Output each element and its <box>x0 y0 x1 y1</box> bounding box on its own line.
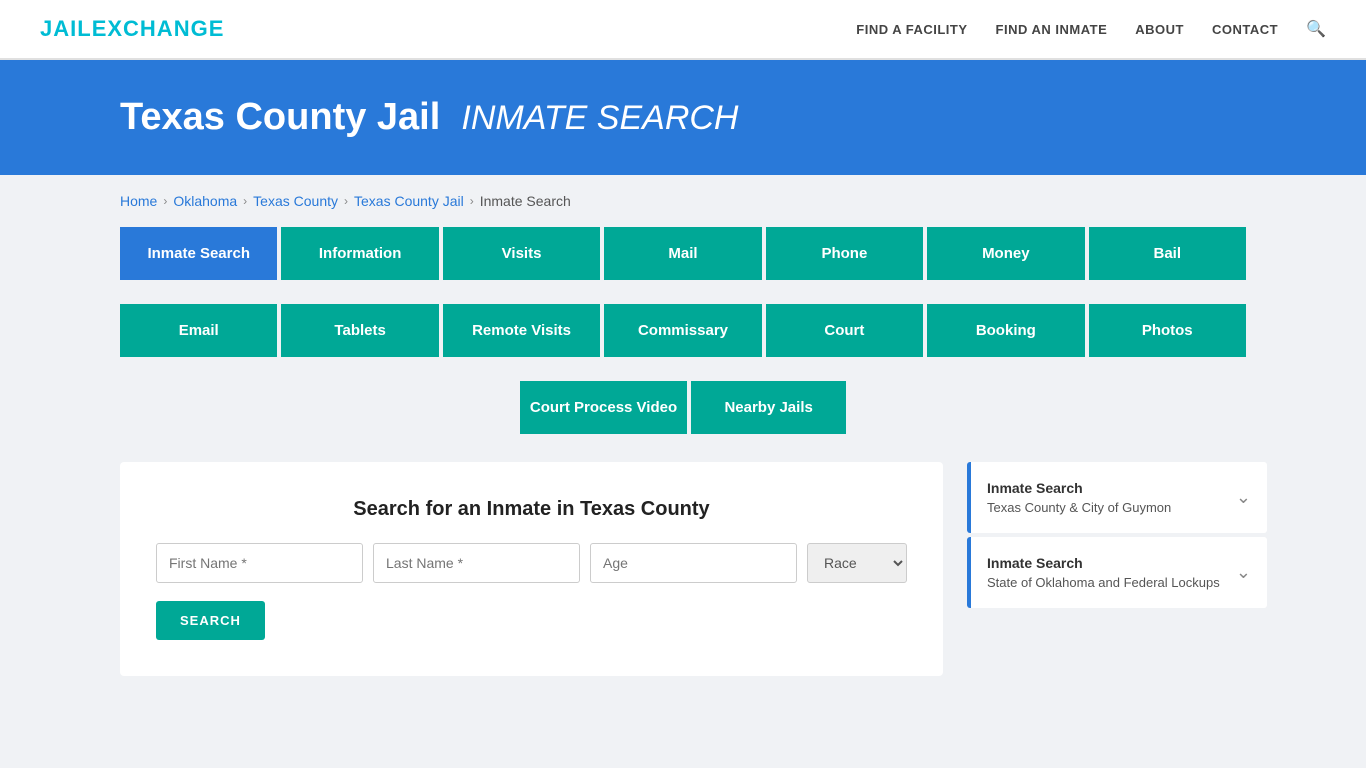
breadcrumb-sep-1: › <box>163 194 167 208</box>
logo[interactable]: JAILEXCHANGE <box>40 16 224 42</box>
breadcrumb-current: Inmate Search <box>480 193 571 209</box>
chevron-down-icon: ⌄ <box>1236 487 1251 508</box>
tab-mail[interactable]: Mail <box>604 227 761 280</box>
breadcrumb-home[interactable]: Home <box>120 193 157 209</box>
tab-row-2: Email Tablets Remote Visits Commissary C… <box>80 304 1286 357</box>
breadcrumb-sep-4: › <box>470 194 474 208</box>
content-area: Search for an Inmate in Texas County Rac… <box>80 462 1286 676</box>
main-nav: FIND A FACILITY FIND AN INMATE ABOUT CON… <box>856 19 1326 39</box>
search-icon[interactable]: 🔍 <box>1306 19 1326 39</box>
chevron-down-icon-2: ⌄ <box>1236 562 1251 583</box>
search-panel: Search for an Inmate in Texas County Rac… <box>120 462 943 676</box>
breadcrumb-sep-3: › <box>344 194 348 208</box>
nav-find-inmate[interactable]: FIND AN INMATE <box>996 22 1108 37</box>
breadcrumb-sep-2: › <box>243 194 247 208</box>
tab-commissary[interactable]: Commissary <box>604 304 761 357</box>
logo-part2-highlight: EXCHANGE <box>92 16 225 41</box>
tab-bail[interactable]: Bail <box>1089 227 1246 280</box>
sidebar-card-texas-county[interactable]: Inmate Search Texas County & City of Guy… <box>967 462 1267 533</box>
first-name-input[interactable] <box>156 543 363 583</box>
tab-row-1: Inmate Search Information Visits Mail Ph… <box>80 227 1286 280</box>
page-title: Texas County Jail INMATE SEARCH <box>120 96 1326 139</box>
sidebar-card-oklahoma-text: Inmate Search State of Oklahoma and Fede… <box>987 555 1220 590</box>
tab-tablets[interactable]: Tablets <box>281 304 438 357</box>
nav-contact[interactable]: CONTACT <box>1212 22 1278 37</box>
hero-title-italic: INMATE SEARCH <box>461 99 738 137</box>
sidebar-card-texas-county-subtext: Texas County & City of Guymon <box>987 500 1171 515</box>
tab-phone[interactable]: Phone <box>766 227 923 280</box>
tab-photos[interactable]: Photos <box>1089 304 1246 357</box>
tab-email[interactable]: Email <box>120 304 277 357</box>
tab-inmate-search[interactable]: Inmate Search <box>120 227 277 280</box>
nav-find-facility[interactable]: FIND A FACILITY <box>856 22 967 37</box>
breadcrumb: Home › Oklahoma › Texas County › Texas C… <box>0 175 1366 227</box>
search-button[interactable]: SEARCH <box>156 601 265 640</box>
hero-title-main: Texas County Jail <box>120 96 440 138</box>
search-fields: Race White Black Hispanic Asian Other <box>156 543 907 583</box>
logo-part1: JAIL <box>40 16 92 41</box>
age-input[interactable] <box>590 543 797 583</box>
breadcrumb-texas-county-jail[interactable]: Texas County Jail <box>354 193 464 209</box>
sidebar-card-texas-county-text: Inmate Search Texas County & City of Guy… <box>987 480 1171 515</box>
sidebar-card-oklahoma-heading: Inmate Search <box>987 555 1220 571</box>
race-select[interactable]: Race White Black Hispanic Asian Other <box>807 543 907 583</box>
sidebar-card-oklahoma[interactable]: Inmate Search State of Oklahoma and Fede… <box>967 537 1267 608</box>
tab-court[interactable]: Court <box>766 304 923 357</box>
sidebar-card-oklahoma-subtext: State of Oklahoma and Federal Lockups <box>987 575 1220 590</box>
main-content: Inmate Search Information Visits Mail Ph… <box>0 227 1366 716</box>
tab-court-process-video[interactable]: Court Process Video <box>520 381 687 434</box>
breadcrumb-oklahoma[interactable]: Oklahoma <box>173 193 237 209</box>
tab-remote-visits[interactable]: Remote Visits <box>443 304 600 357</box>
tab-information[interactable]: Information <box>281 227 438 280</box>
sidebar-card-texas-county-heading: Inmate Search <box>987 480 1171 496</box>
tab-visits[interactable]: Visits <box>443 227 600 280</box>
tab-booking[interactable]: Booking <box>927 304 1084 357</box>
tab-row-3: Court Process Video Nearby Jails <box>80 381 1286 434</box>
header: JAILEXCHANGE FIND A FACILITY FIND AN INM… <box>0 0 1366 60</box>
tab-nearby-jails[interactable]: Nearby Jails <box>691 381 846 434</box>
hero-banner: Texas County Jail INMATE SEARCH <box>0 60 1366 175</box>
search-form-title: Search for an Inmate in Texas County <box>156 498 907 521</box>
nav-about[interactable]: ABOUT <box>1135 22 1184 37</box>
breadcrumb-texas-county[interactable]: Texas County <box>253 193 338 209</box>
last-name-input[interactable] <box>373 543 580 583</box>
tab-money[interactable]: Money <box>927 227 1084 280</box>
sidebar: Inmate Search Texas County & City of Guy… <box>967 462 1267 612</box>
